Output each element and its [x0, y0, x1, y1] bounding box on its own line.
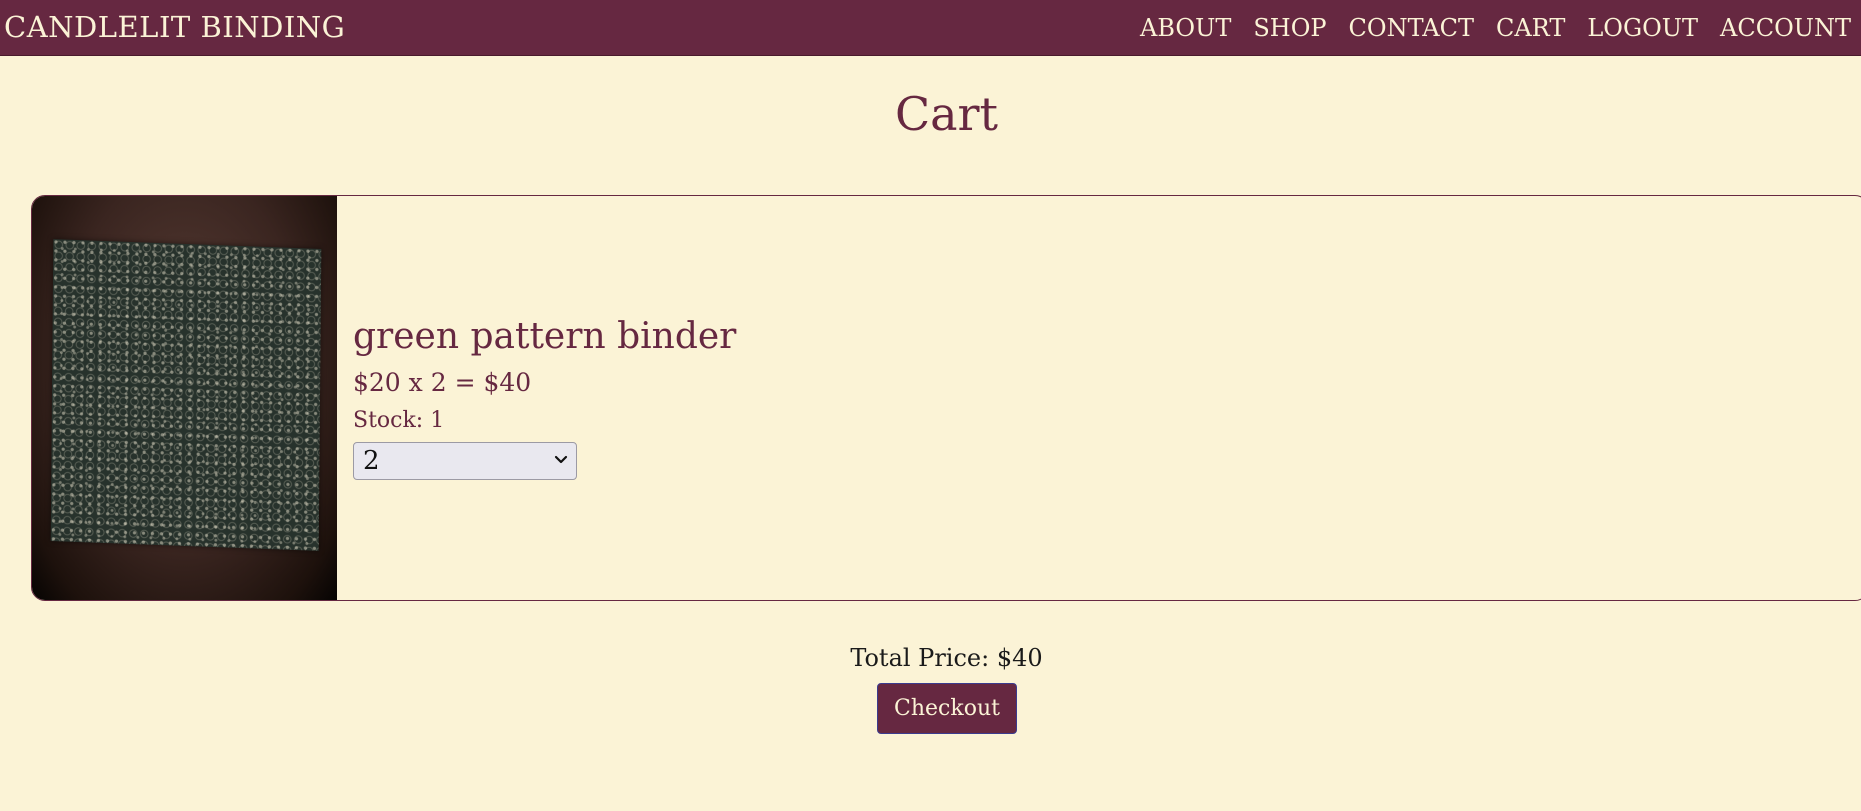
- navbar: CANDLELIT BINDING ABOUT SHOP CONTACT CAR…: [0, 0, 1861, 56]
- nav-link-logout[interactable]: LOGOUT: [1587, 13, 1698, 43]
- product-stock: Stock: 1: [353, 408, 445, 433]
- product-name: green pattern binder: [353, 316, 737, 357]
- nav-link-cart[interactable]: CART: [1496, 13, 1565, 43]
- cart-item-card: green pattern binder $20 x 2 = $40 Stock…: [31, 195, 1861, 601]
- nav-link-about[interactable]: ABOUT: [1140, 13, 1231, 43]
- quantity-value: 2: [363, 446, 380, 476]
- quantity-select[interactable]: 2: [353, 442, 577, 480]
- binder-cover-image: [50, 239, 322, 551]
- product-price-line: $20 x 2 = $40: [353, 368, 532, 397]
- nav-link-shop[interactable]: SHOP: [1253, 13, 1326, 43]
- chevron-down-icon: [554, 455, 568, 464]
- product-image: [32, 196, 337, 600]
- page-title: Cart: [894, 87, 999, 141]
- nav-links: ABOUT SHOP CONTACT CART LOGOUT ACCOUNT: [1140, 13, 1851, 43]
- checkout-button[interactable]: Checkout: [877, 683, 1017, 734]
- nav-link-contact[interactable]: CONTACT: [1349, 13, 1474, 43]
- product-info: green pattern binder $20 x 2 = $40 Stock…: [353, 316, 736, 480]
- brand-logo-text[interactable]: CANDLELIT BINDING: [4, 10, 345, 44]
- total-price: Total Price: $40: [850, 644, 1043, 672]
- nav-link-account[interactable]: ACCOUNT: [1720, 13, 1851, 43]
